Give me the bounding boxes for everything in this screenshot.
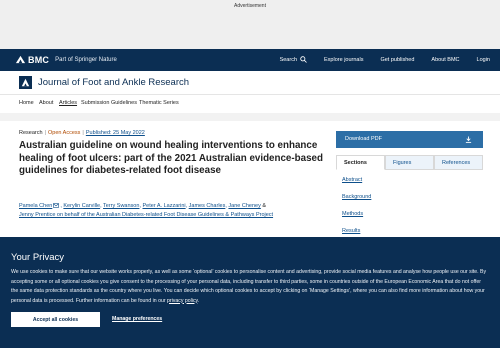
journal-navigation: Home About Articles Submission Guideline… xyxy=(0,95,500,113)
section-links: Abstract Background Methods Results xyxy=(342,177,371,245)
bmc-logo-icon xyxy=(15,55,26,64)
login-link[interactable]: Login xyxy=(477,57,490,63)
about-bmc-link[interactable]: About BMC xyxy=(431,57,459,63)
privacy-policy-link[interactable]: privacy policy xyxy=(167,298,198,304)
journal-logo-icon[interactable] xyxy=(19,76,32,89)
manage-preferences-button[interactable]: Manage preferences xyxy=(112,316,162,322)
download-pdf-label: Download PDF xyxy=(345,136,382,142)
tab-figures[interactable]: Figures xyxy=(385,155,434,170)
brand-tagline: Part of Springer Nature xyxy=(55,56,117,63)
article-type: Research xyxy=(19,130,43,136)
open-access-badge: Open Access xyxy=(47,130,81,136)
privacy-title: Your Privacy xyxy=(11,252,64,263)
author-link[interactable]: Pamela Chen xyxy=(19,203,52,209)
email-icon[interactable] xyxy=(53,203,60,208)
sidebar-tabs: Sections Figures References xyxy=(336,155,483,170)
brand-name: BMC xyxy=(28,54,50,65)
author-link[interactable]: Terry Swanson xyxy=(103,203,139,209)
journal-title[interactable]: Journal of Foot and Ankle Research xyxy=(38,77,189,88)
author-link[interactable]: Peter A. Lazzarini xyxy=(143,203,186,209)
search-icon xyxy=(300,56,307,63)
cookie-consent-banner: Your Privacy We use cookies to make sure… xyxy=(0,237,500,348)
author-list: Pamela Chen, Kerylin Carville, Terry Swa… xyxy=(19,203,274,218)
section-link-abstract[interactable]: Abstract xyxy=(342,177,371,194)
publisher-header: BMC Part of Springer Nature Search Explo… xyxy=(0,49,500,71)
download-icon xyxy=(465,136,472,143)
nav-home[interactable]: Home xyxy=(19,100,34,106)
section-link-background[interactable]: Background xyxy=(342,194,371,211)
download-pdf-button[interactable]: Download PDF xyxy=(336,131,483,148)
privacy-body: We use cookies to make sure that our web… xyxy=(11,269,487,304)
top-navigation: Search Explore journals Get published Ab… xyxy=(263,56,490,63)
author-link[interactable]: James Charles xyxy=(189,203,226,209)
divider-stripe xyxy=(0,113,500,121)
search-link[interactable]: Search xyxy=(280,56,307,63)
nav-articles[interactable]: Articles xyxy=(59,100,77,106)
author-link[interactable]: Jenny Prentice on behalf of the Australi… xyxy=(19,212,273,218)
journal-header: Journal of Foot and Ankle Research xyxy=(0,71,500,95)
bmc-logo[interactable]: BMC Part of Springer Nature xyxy=(15,54,117,65)
get-published-link[interactable]: Get published xyxy=(380,57,414,63)
search-label: Search xyxy=(279,56,298,63)
article-meta: Research | Open Access | Published: 25 M… xyxy=(19,130,145,136)
author-ampersand: & xyxy=(262,203,267,209)
article-title: Australian guideline on wound healing in… xyxy=(19,140,323,176)
tab-references[interactable]: References xyxy=(434,155,483,170)
published-date[interactable]: Published: 25 May 2022 xyxy=(86,130,145,136)
advertisement-label: Advertisement xyxy=(234,3,266,9)
privacy-text: We use cookies to make sure that our web… xyxy=(11,268,489,306)
nav-about[interactable]: About xyxy=(39,100,53,106)
section-link-methods[interactable]: Methods xyxy=(342,211,371,228)
meta-separator: | xyxy=(44,130,46,136)
nav-thematic-series[interactable]: Thematic Series xyxy=(139,100,179,106)
meta-separator: | xyxy=(82,130,84,136)
explore-journals-link[interactable]: Explore journals xyxy=(324,57,363,63)
author-link[interactable]: Kerylin Carville xyxy=(63,203,100,209)
nav-submission-guidelines[interactable]: Submission Guidelines xyxy=(81,100,137,106)
tab-sections[interactable]: Sections xyxy=(336,155,385,170)
privacy-period: . xyxy=(197,297,200,304)
advertisement-area: Advertisement xyxy=(0,0,500,49)
author-link[interactable]: Jane Cheney xyxy=(228,203,260,209)
accept-all-cookies-button[interactable]: Accept all cookies xyxy=(11,312,100,327)
